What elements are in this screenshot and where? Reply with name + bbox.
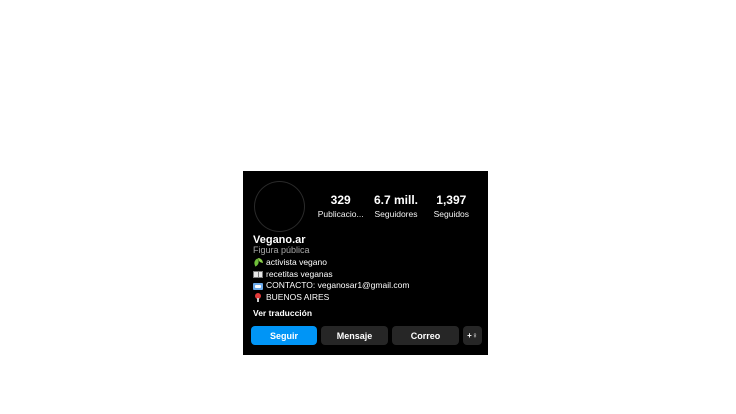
stat-following-value: 1,397 [436, 193, 467, 207]
stat-followers-label: Seguidores [374, 209, 418, 219]
email-button[interactable]: Correo [392, 326, 459, 345]
bio-text: activista vegano [266, 257, 327, 267]
sprout-icon [253, 258, 264, 267]
bio-contact-text[interactable]: CONTACTO: veganosar1@gmail.com [266, 280, 409, 292]
pin-icon [253, 293, 264, 303]
stat-posts-value: 329 [330, 193, 351, 207]
bio-line: recetitas veganas [253, 269, 409, 281]
bio-line: CONTACTO: veganosar1@gmail.com [253, 280, 409, 292]
bio-text: BUENOS AIRES [266, 292, 330, 303]
stat-posts-label: Publicacio... [317, 209, 364, 219]
profile-avatar[interactable] [254, 181, 305, 232]
stat-followers[interactable]: 6.7 mill. Seguidores [368, 193, 423, 220]
envelope-icon [253, 282, 264, 291]
bio-line: BUENOS AIRES [253, 292, 409, 304]
message-button[interactable]: Mensaje [321, 326, 388, 345]
suggested-users-button[interactable]: +♀ [463, 326, 482, 345]
add-person-icon: +♀ [467, 331, 478, 340]
see-translation-link[interactable]: Ver traducción [253, 308, 312, 318]
profile-category: Figura pública [253, 245, 310, 255]
stat-posts[interactable]: 329 Publicacio... [313, 193, 368, 220]
book-icon [253, 270, 264, 279]
stat-following-label: Seguidos [433, 209, 470, 219]
bio-line: activista vegano [253, 257, 409, 269]
stat-followers-value: 6.7 mill. [373, 193, 418, 207]
profile-bio: activista vegano recetitas veganas CONTA… [253, 257, 409, 304]
profile-card: 329 Publicacio... 6.7 mill. Seguidores 1… [243, 171, 488, 355]
stat-following[interactable]: 1,397 Seguidos [424, 193, 479, 220]
profile-actions: Seguir Mensaje Correo +♀ [251, 326, 482, 345]
profile-stats: 329 Publicacio... 6.7 mill. Seguidores 1… [313, 193, 479, 220]
follow-button[interactable]: Seguir [251, 326, 317, 345]
bio-text: recetitas veganas [266, 268, 333, 279]
